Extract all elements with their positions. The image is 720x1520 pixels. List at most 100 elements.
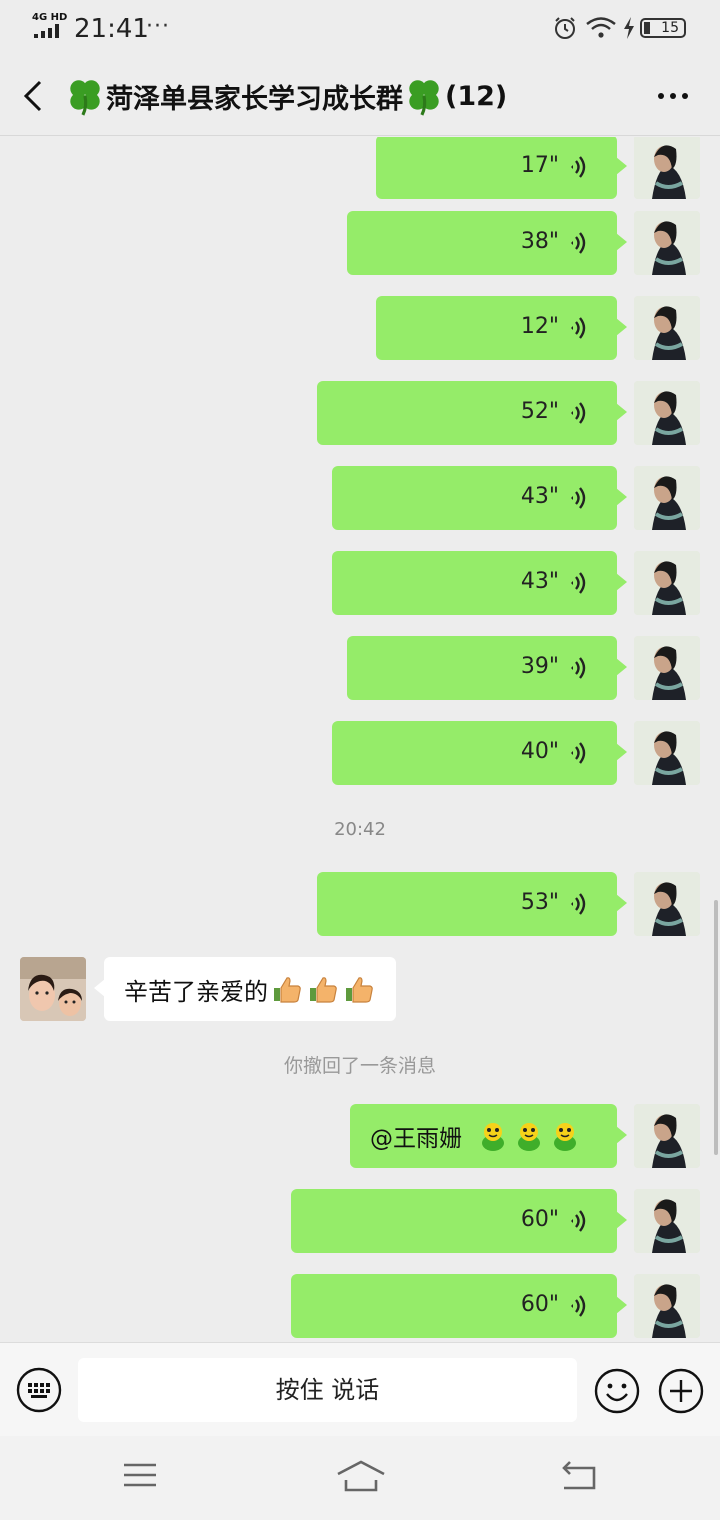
menu-icon[interactable] — [122, 1460, 158, 1490]
voice-wave-icon — [571, 742, 586, 764]
avatar[interactable] — [20, 957, 86, 1021]
text-bubble[interactable]: 辛苦了亲爱的 — [94, 957, 396, 1021]
message-list[interactable]: 17" 38" 12" 52" 43" 43" 39" 40" 20:42 53… — [0, 137, 720, 1342]
voice-duration: 39" — [520, 654, 559, 679]
voice-duration: 12" — [520, 314, 559, 339]
avatar[interactable] — [634, 211, 700, 275]
plus-icon[interactable] — [658, 1368, 704, 1414]
input-bar: 按住 说话 — [0, 1342, 720, 1436]
voice-duration: 38" — [520, 229, 559, 254]
message-text: 辛苦了亲爱的 — [124, 977, 268, 1006]
voice-message[interactable]: 60" — [291, 1274, 720, 1340]
thumbs-up-emojis — [272, 973, 376, 1005]
voice-message[interactable]: 17" — [376, 137, 720, 201]
voice-message[interactable]: 60" — [291, 1189, 720, 1255]
voice-message[interactable]: 38" — [347, 211, 720, 277]
voice-bubble[interactable]: 52" — [317, 381, 627, 445]
voice-wave-icon — [571, 657, 586, 679]
avatar[interactable] — [634, 872, 700, 936]
time-divider: 20:42 — [334, 819, 386, 840]
member-count: (12) — [445, 80, 508, 112]
text-message[interactable]: @王雨姗 — [350, 1104, 720, 1170]
voice-message[interactable]: 53" — [317, 872, 720, 938]
avatar[interactable] — [634, 1274, 700, 1338]
voice-bubble[interactable]: 38" — [347, 211, 627, 275]
voice-wave-icon — [571, 1295, 586, 1317]
status-more-icon: ··· — [146, 14, 170, 39]
voice-duration: 53" — [520, 890, 559, 915]
voice-message[interactable]: 12" — [376, 296, 720, 362]
chat-title: 菏泽单县家长学习成长群 (12) — [64, 76, 507, 116]
scrollbar[interactable] — [714, 900, 718, 1155]
voice-duration: 43" — [520, 484, 559, 509]
status-time: 21:41 — [74, 14, 149, 44]
network-type: 4G HD — [32, 12, 68, 23]
voice-duration: 40" — [520, 739, 559, 764]
system-nav-bar — [0, 1436, 720, 1520]
voice-duration: 60" — [520, 1207, 559, 1232]
voice-bubble[interactable]: 60" — [291, 1189, 627, 1253]
voice-bubble[interactable]: 53" — [317, 872, 627, 936]
avatar[interactable] — [634, 1104, 700, 1168]
text-bubble[interactable]: @王雨姗 — [350, 1104, 627, 1168]
avatar[interactable] — [634, 137, 700, 199]
avatar[interactable] — [634, 1189, 700, 1253]
hold-to-talk-button[interactable]: 按住 说话 — [78, 1358, 577, 1422]
frog-emojis — [476, 1119, 582, 1153]
voice-duration: 52" — [520, 399, 559, 424]
signal-icon — [34, 24, 64, 38]
voice-wave-icon — [571, 572, 586, 594]
frog-icon — [518, 1123, 540, 1151]
voice-bubble[interactable]: 60" — [291, 1274, 627, 1338]
voice-wave-icon — [571, 893, 586, 915]
status-bar: 4G HD 21:41 ··· 15 — [0, 0, 720, 56]
back-icon[interactable] — [560, 1458, 598, 1492]
thumbs-up-icon — [274, 977, 301, 1003]
voice-message[interactable]: 43" — [332, 466, 720, 532]
voice-bubble[interactable]: 43" — [332, 466, 627, 530]
clover-icon — [70, 80, 100, 116]
voice-bubble[interactable]: 40" — [332, 721, 627, 785]
frog-icon — [554, 1123, 576, 1151]
keyboard-icon[interactable] — [16, 1367, 62, 1413]
voice-message[interactable]: 43" — [332, 551, 720, 617]
avatar[interactable] — [634, 551, 700, 615]
avatar[interactable] — [634, 296, 700, 360]
more-options-icon[interactable] — [655, 84, 691, 108]
voice-bubble[interactable]: 43" — [332, 551, 627, 615]
recalled-notice: 你撤回了一条消息 — [283, 1055, 436, 1077]
home-icon[interactable] — [334, 1456, 388, 1496]
voice-message[interactable]: 52" — [317, 381, 720, 447]
charging-icon — [624, 17, 634, 39]
avatar[interactable] — [634, 466, 700, 530]
voice-bubble[interactable]: 12" — [376, 296, 627, 360]
chat-header: 菏泽单县家长学习成长群 (12) — [0, 56, 720, 136]
voice-duration: 43" — [520, 569, 559, 594]
avatar[interactable] — [634, 636, 700, 700]
voice-wave-icon — [571, 1210, 586, 1232]
voice-message[interactable]: 40" — [332, 721, 720, 787]
voice-wave-icon — [571, 156, 586, 178]
wifi-icon — [586, 17, 616, 38]
alarm-icon — [555, 17, 575, 39]
group-name: 菏泽单县家长学习成长群 — [106, 83, 403, 115]
avatar[interactable] — [634, 721, 700, 785]
frog-icon — [482, 1123, 504, 1151]
thumbs-up-icon — [346, 977, 373, 1003]
voice-wave-icon — [571, 402, 586, 424]
clover-icon — [409, 80, 439, 116]
message-text: @王雨姗 — [370, 1126, 462, 1152]
voice-bubble[interactable]: 39" — [347, 636, 627, 700]
voice-message[interactable]: 39" — [347, 636, 720, 702]
voice-wave-icon — [571, 317, 586, 339]
voice-duration: 60" — [520, 1292, 559, 1317]
voice-bubble[interactable]: 17" — [376, 137, 627, 199]
voice-wave-icon — [571, 232, 586, 254]
emoji-icon[interactable] — [594, 1368, 640, 1414]
thumbs-up-icon — [310, 977, 337, 1003]
avatar[interactable] — [634, 381, 700, 445]
voice-duration: 17" — [520, 153, 559, 178]
back-arrow-icon[interactable] — [20, 78, 46, 114]
voice-wave-icon — [571, 487, 586, 509]
battery-icon: 15 — [640, 18, 686, 38]
